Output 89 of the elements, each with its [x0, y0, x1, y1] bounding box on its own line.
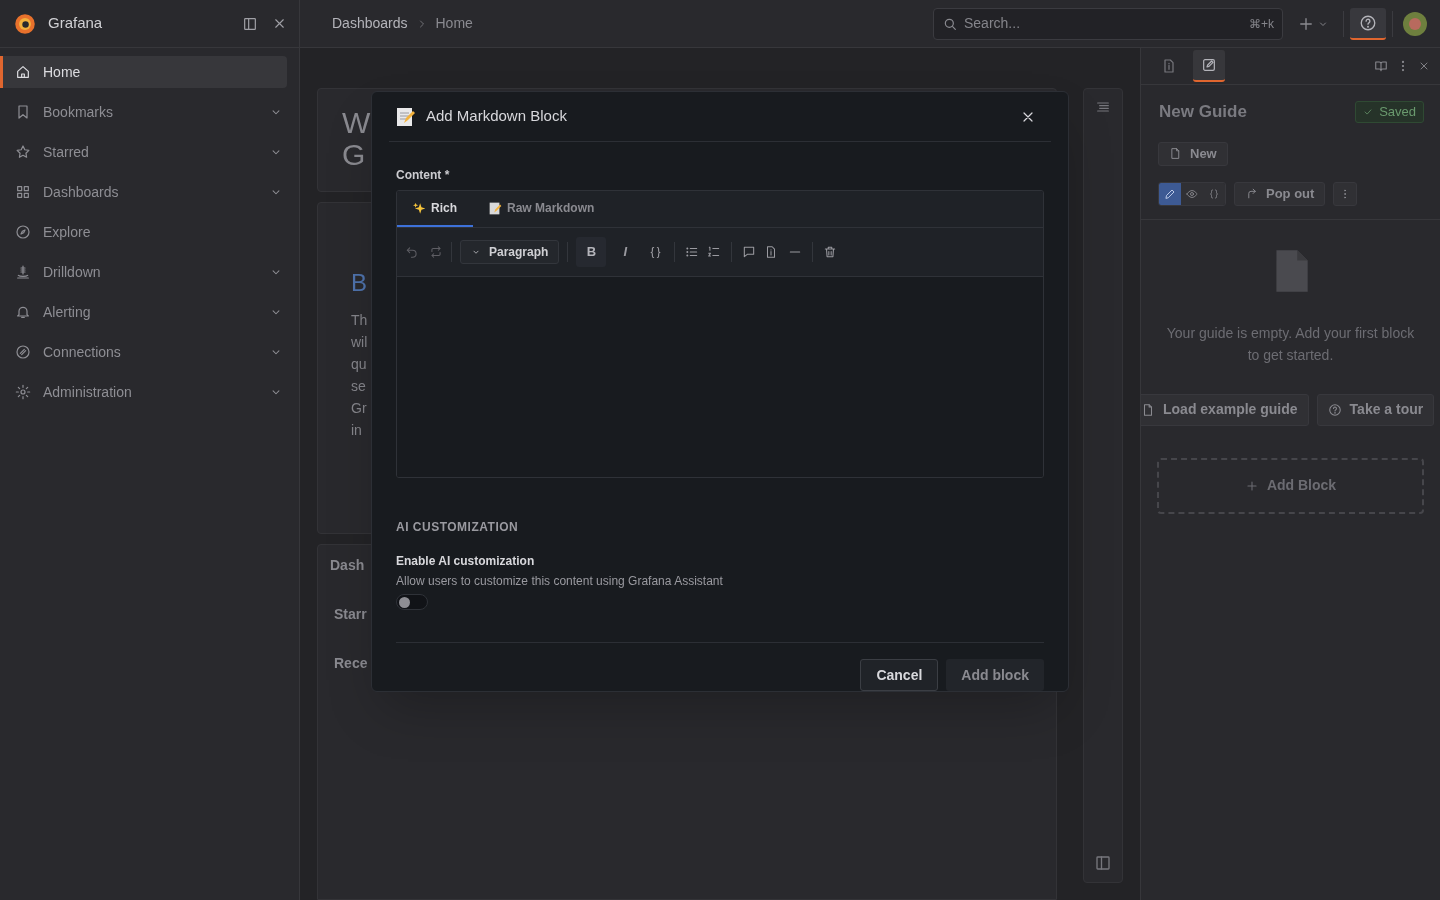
bullet-list-icon[interactable] [685, 245, 700, 259]
nav-icon [15, 184, 31, 200]
section-heading: AI CUSTOMIZATION [396, 519, 520, 536]
avatar-icon[interactable] [1403, 11, 1427, 36]
editor-tab[interactable]: Raw Markdown [473, 191, 611, 227]
nav-item[interactable]: Explore [0, 216, 287, 248]
list-heading: Rece [334, 654, 368, 673]
memo-icon [396, 106, 416, 127]
view-mode-button[interactable] [1159, 182, 1181, 205]
nav-icon [15, 64, 31, 80]
dashboard-title: G [342, 139, 366, 171]
memo-icon [489, 201, 502, 215]
nav-item[interactable]: Starred [0, 136, 287, 168]
nav-icon [15, 144, 31, 160]
modal-title: Add Markdown Block [426, 106, 568, 127]
guide-action-button[interactable]: Take a tour [1316, 393, 1435, 426]
close-icon[interactable] [272, 16, 287, 31]
nav-icon [15, 104, 31, 120]
eye-icon [1186, 187, 1198, 200]
pop-out-button[interactable]: Pop out [1234, 181, 1326, 206]
paragraph-line: Th [351, 311, 368, 330]
redo-icon[interactable] [429, 245, 443, 259]
shortcut-hint: ⌘+k [1249, 15, 1274, 33]
view-mode-button[interactable] [1181, 182, 1203, 205]
code-icon[interactable] [648, 244, 664, 260]
nav-item[interactable]: Home [0, 56, 287, 88]
nav-item[interactable]: Bookmarks [0, 96, 287, 128]
pencil-icon [1164, 187, 1176, 200]
paragraph-line: Gr [351, 399, 367, 418]
nav-item[interactable]: Connections [0, 336, 287, 368]
paragraph-line: in [351, 421, 362, 440]
nav-item[interactable]: Administration [0, 376, 287, 408]
empty-message: Your guide is empty. Add your first block to get started. [1165, 323, 1416, 365]
section-heading: B [351, 268, 367, 298]
dashboard-title: W [342, 107, 371, 139]
braces-icon [1208, 187, 1220, 200]
help-icon [1327, 402, 1342, 417]
breadcrumb-link[interactable]: Dashboards [332, 13, 408, 34]
check-icon [1363, 106, 1374, 117]
add-block-button[interactable]: Add Block [1157, 457, 1424, 514]
nav-icon [15, 224, 31, 240]
cancel-button[interactable]: Cancel [860, 659, 939, 691]
numbered-list-icon[interactable] [707, 245, 722, 259]
plus-icon [1244, 478, 1259, 493]
italic-button[interactable]: I [610, 237, 641, 267]
nav-icon [15, 384, 31, 400]
edit-icon [1201, 57, 1217, 73]
toggle-label: Enable AI customization [396, 553, 536, 570]
rich-text-editor[interactable]: Rich Raw Markdown Paragraph B I [396, 190, 1044, 478]
help-button[interactable] [1350, 7, 1386, 40]
book-icon[interactable] [1374, 59, 1388, 73]
toggle-description: Allow users to customize this content using Grafana Assistant [396, 573, 724, 590]
guide-title: New Guide [1159, 101, 1247, 123]
nav-icon [15, 344, 31, 360]
paragraph-line: se [351, 377, 366, 396]
paragraph-line: qu [351, 355, 367, 374]
undo-icon[interactable] [405, 245, 419, 259]
file-icon [1169, 147, 1182, 160]
brand-name: Grafana [48, 13, 103, 34]
list-heading: Starr [334, 605, 367, 624]
breadcrumb-link[interactable]: Home [435, 13, 473, 34]
dock-icon[interactable] [242, 15, 258, 32]
panel-title: Dash [330, 556, 365, 575]
block-type-dropdown[interactable]: Paragraph [460, 240, 560, 264]
outline-list-icon[interactable] [1095, 99, 1111, 115]
trash-icon[interactable] [823, 245, 838, 259]
search-input[interactable]: Search... [964, 13, 1243, 34]
nav-icon [15, 264, 31, 280]
dock-icon[interactable] [1094, 854, 1112, 872]
nav-icon [15, 304, 31, 320]
new-button[interactable]: New [1158, 141, 1228, 166]
help-icon [1359, 13, 1377, 32]
add-block-button[interactable]: Add block [946, 659, 1044, 691]
saved-status: Saved [1355, 100, 1424, 123]
bold-button[interactable]: B [576, 237, 607, 267]
guide-action-button[interactable]: Load example guide [1141, 393, 1309, 426]
arrow-icon [1245, 187, 1258, 200]
search-field[interactable]: Search... ⌘+k [933, 7, 1283, 40]
panel-tab[interactable] [1193, 50, 1225, 82]
document-icon [1161, 58, 1177, 74]
field-label: Content * [396, 167, 451, 184]
nav-item[interactable]: Drilldown [0, 256, 287, 288]
comment-icon[interactable] [742, 245, 757, 259]
document-icon [1141, 402, 1155, 417]
paragraph-line: wil [351, 333, 368, 352]
nav-item[interactable]: Dashboards [0, 176, 287, 208]
sparkle-icon [413, 201, 426, 215]
ai-toggle[interactable] [396, 594, 428, 610]
nav-item[interactable]: Alerting [0, 296, 287, 328]
